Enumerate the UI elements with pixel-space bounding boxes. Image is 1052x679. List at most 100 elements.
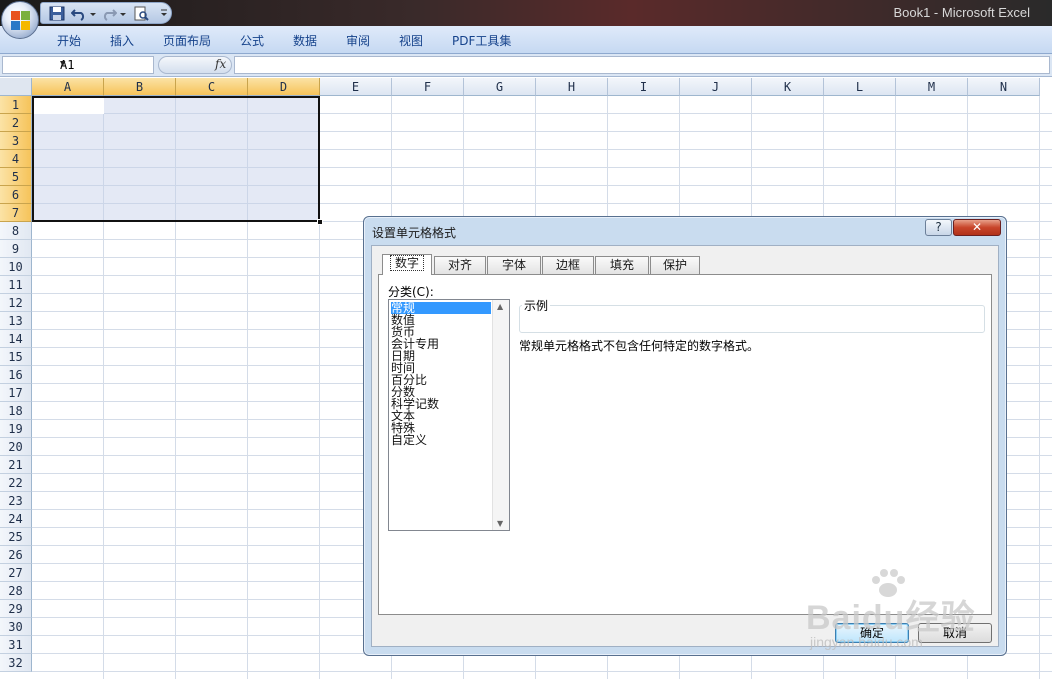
column-header[interactable]: B	[104, 78, 176, 96]
row-header[interactable]: 3	[0, 132, 32, 150]
row-header[interactable]: 11	[0, 276, 32, 294]
row-header[interactable]: 29	[0, 600, 32, 618]
tab-data[interactable]: 数据	[293, 32, 317, 49]
chevron-down-icon[interactable]: ▼	[60, 59, 150, 69]
row-header[interactable]: 9	[0, 240, 32, 258]
ok-button[interactable]: 确定	[835, 623, 909, 643]
row-header[interactable]: 1	[0, 96, 32, 114]
column-header[interactable]: L	[824, 78, 896, 96]
tab-font[interactable]: 字体	[487, 256, 541, 274]
tab-formulas[interactable]: 公式	[240, 32, 264, 49]
category-item[interactable]: 自定义	[391, 434, 427, 446]
category-scrollbar[interactable]: ▲ ▼	[492, 300, 509, 530]
select-all-corner[interactable]	[0, 78, 32, 96]
row-header[interactable]: 22	[0, 474, 32, 492]
format-cells-dialog: 设置单元格格式 ? ✕ 数字 对齐 字体 边框 填充 保护 分类(C): 常规数…	[363, 216, 1007, 656]
row-header[interactable]: 10	[0, 258, 32, 276]
active-cell[interactable]	[34, 98, 104, 114]
sample-label: 示例	[522, 297, 551, 314]
column-header[interactable]: C	[176, 78, 248, 96]
ribbon-tab-bar: 开始 插入 页面布局 公式 数据 审阅 视图 PDF工具集	[0, 26, 1052, 54]
category-list[interactable]: 常规 数值 货币 会计专用 日期 时间 百分比 分数 科学记数 文本 特殊 自定义 ▲ ▼	[388, 299, 510, 531]
row-header[interactable]: 24	[0, 510, 32, 528]
scroll-up-icon[interactable]: ▲	[497, 302, 503, 311]
column-header[interactable]: H	[536, 78, 608, 96]
row-header[interactable]: 23	[0, 492, 32, 510]
window-title: Book1 - Microsoft Excel	[893, 5, 1030, 20]
selected-range	[32, 96, 320, 222]
row-header[interactable]: 30	[0, 618, 32, 636]
tab-number[interactable]: 数字	[382, 254, 432, 275]
format-description: 常规单元格格式不包含任何特定的数字格式。	[519, 339, 760, 353]
row-header[interactable]: 15	[0, 348, 32, 366]
category-label: 分类(C):	[388, 285, 434, 299]
tab-pdf-tools[interactable]: PDF工具集	[452, 32, 511, 49]
row-header[interactable]: 27	[0, 564, 32, 582]
column-header[interactable]: F	[392, 78, 464, 96]
column-header[interactable]: J	[680, 78, 752, 96]
tab-insert[interactable]: 插入	[110, 32, 134, 49]
row-header[interactable]: 18	[0, 402, 32, 420]
row-header[interactable]: 21	[0, 456, 32, 474]
fill-handle[interactable]	[317, 219, 323, 225]
dialog-body: 数字 对齐 字体 边框 填充 保护 分类(C): 常规 数值 货币 会计专用 日期 时间百…	[371, 245, 999, 647]
column-header[interactable]: N	[968, 78, 1040, 96]
row-header[interactable]: 7	[0, 204, 32, 222]
tab-number-label: 数字	[389, 255, 424, 271]
undo-icon[interactable]	[71, 6, 87, 21]
help-button[interactable]: ?	[925, 219, 952, 236]
column-header[interactable]: I	[608, 78, 680, 96]
save-icon[interactable]	[49, 6, 65, 21]
print-preview-icon[interactable]	[133, 6, 149, 21]
row-header[interactable]: 5	[0, 168, 32, 186]
insert-function-control[interactable]: fx	[158, 56, 232, 74]
row-header[interactable]: 20	[0, 438, 32, 456]
tab-alignment[interactable]: 对齐	[434, 256, 486, 274]
tab-review[interactable]: 审阅	[346, 32, 370, 49]
row-header[interactable]: 28	[0, 582, 32, 600]
column-header[interactable]: K	[752, 78, 824, 96]
cancel-button[interactable]: 取消	[918, 623, 992, 643]
tab-protection[interactable]: 保护	[650, 256, 700, 274]
row-header[interactable]: 19	[0, 420, 32, 438]
tab-home[interactable]: 开始	[57, 32, 81, 49]
formula-bar: A1 ▼ fx	[0, 54, 1052, 77]
office-button[interactable]	[1, 1, 39, 39]
redo-dropdown-icon[interactable]	[119, 6, 127, 21]
row-header[interactable]: 6	[0, 186, 32, 204]
name-box[interactable]: A1 ▼	[2, 56, 154, 74]
close-button[interactable]: ✕	[953, 219, 1001, 236]
office-logo-icon	[11, 11, 31, 31]
row-header[interactable]: 2	[0, 114, 32, 132]
row-header[interactable]: 32	[0, 654, 32, 672]
row-header[interactable]: 17	[0, 384, 32, 402]
column-header[interactable]: E	[320, 78, 392, 96]
row-header[interactable]: 25	[0, 528, 32, 546]
dialog-title: 设置单元格格式	[372, 226, 457, 240]
row-header[interactable]: 14	[0, 330, 32, 348]
row-header[interactable]: 26	[0, 546, 32, 564]
fx-icon[interactable]: fx	[215, 57, 226, 71]
sample-box	[519, 305, 985, 333]
undo-dropdown-icon[interactable]	[89, 6, 97, 21]
tab-fill[interactable]: 填充	[595, 256, 649, 274]
row-header[interactable]: 13	[0, 312, 32, 330]
title-bar: Book1 - Microsoft Excel	[0, 0, 1052, 26]
scroll-down-icon[interactable]: ▼	[497, 519, 503, 528]
column-header[interactable]: G	[464, 78, 536, 96]
tab-view[interactable]: 视图	[399, 32, 423, 49]
tab-page-layout[interactable]: 页面布局	[163, 32, 211, 49]
row-header[interactable]: 16	[0, 366, 32, 384]
number-tab-panel: 分类(C): 常规 数值 货币 会计专用 日期 时间 百分比 分数 科学记数 文本 特殊 自定义 ▲ …	[378, 274, 992, 615]
tab-border[interactable]: 边框	[542, 256, 594, 274]
redo-icon[interactable]	[101, 6, 117, 21]
row-header[interactable]: 4	[0, 150, 32, 168]
row-header[interactable]: 12	[0, 294, 32, 312]
column-header[interactable]: A	[32, 78, 104, 96]
column-header[interactable]: D	[248, 78, 320, 96]
formula-input[interactable]	[234, 56, 1050, 74]
column-header[interactable]: M	[896, 78, 968, 96]
row-header[interactable]: 31	[0, 636, 32, 654]
row-header[interactable]: 8	[0, 222, 32, 240]
customize-qat-icon[interactable]	[159, 6, 169, 21]
